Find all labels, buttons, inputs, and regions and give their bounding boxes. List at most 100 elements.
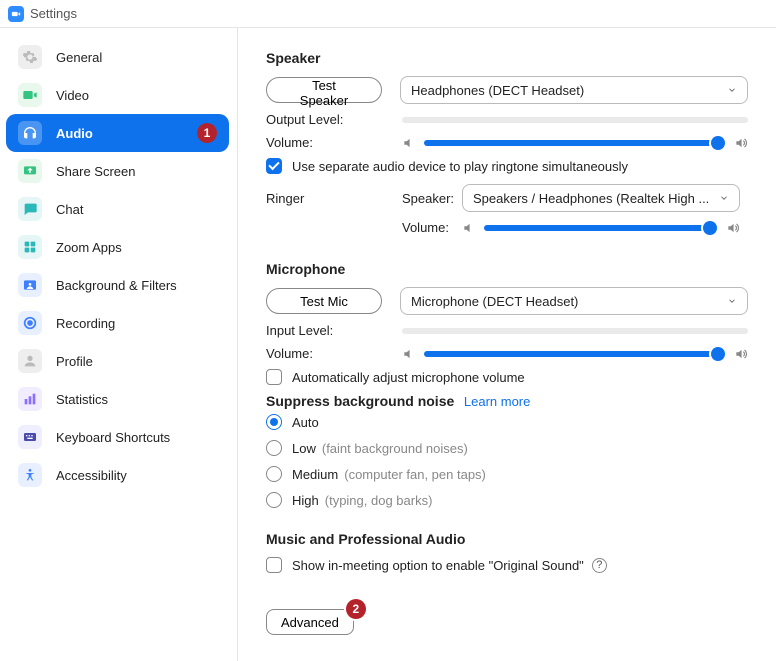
headphones-icon (18, 121, 42, 145)
speaker-mute-icon[interactable] (402, 136, 416, 150)
ringer-mute-icon[interactable] (462, 221, 476, 235)
suppress-option-auto[interactable]: Auto (266, 409, 748, 435)
chevron-down-icon (727, 85, 737, 95)
content-pane: Speaker Test Speaker Headphones (DECT He… (238, 28, 776, 661)
sidebar-item-label: Background & Filters (56, 278, 177, 293)
apps-icon (18, 235, 42, 259)
sidebar-item-label: Zoom Apps (56, 240, 122, 255)
sidebar-item-general[interactable]: General (6, 38, 229, 76)
sidebar-item-label: General (56, 50, 102, 65)
suppress-option-label: Medium (292, 467, 338, 482)
sidebar-item-label: Chat (56, 202, 83, 217)
share-screen-icon (18, 159, 42, 183)
sidebar-item-keyboard[interactable]: Keyboard Shortcuts (6, 418, 229, 456)
sidebar-item-label: Profile (56, 354, 93, 369)
sidebar-item-chat[interactable]: Chat (6, 190, 229, 228)
microphone-section-title: Microphone (266, 261, 748, 277)
recording-icon (18, 311, 42, 335)
output-level-label: Output Level: (266, 112, 402, 127)
suppress-option-high[interactable]: High (typing, dog barks) (266, 487, 748, 513)
test-mic-button[interactable]: Test Mic (266, 288, 382, 314)
accessibility-icon (18, 463, 42, 487)
radio-icon (266, 466, 282, 482)
sidebar-item-profile[interactable]: Profile (6, 342, 229, 380)
sidebar-item-share-screen[interactable]: Share Screen (6, 152, 229, 190)
suppress-option-medium[interactable]: Medium (computer fan, pen taps) (266, 461, 748, 487)
gear-icon (18, 45, 42, 69)
ringer-volume-label: Volume: (402, 220, 462, 235)
original-sound-label: Show in-meeting option to enable "Origin… (292, 558, 584, 573)
speaker-volume-label: Volume: (266, 135, 402, 150)
suppress-option-label: Low (292, 441, 316, 456)
profile-icon (18, 349, 42, 373)
suppress-option-hint: (faint background noises) (322, 441, 468, 456)
suppress-option-hint: (typing, dog barks) (325, 493, 433, 508)
ringer-label: Ringer (266, 191, 402, 206)
sidebar: General Video Audio 1 Share Screen Chat … (0, 28, 238, 661)
test-speaker-button[interactable]: Test Speaker (266, 77, 382, 103)
ringer-speaker-label: Speaker: (402, 191, 462, 206)
radio-icon (266, 492, 282, 508)
suppress-title: Suppress background noise (266, 393, 454, 409)
sidebar-item-background[interactable]: Background & Filters (6, 266, 229, 304)
ringer-speaker-value: Speakers / Headphones (Realtek High ... (473, 191, 709, 206)
suppress-option-label: High (292, 493, 319, 508)
sidebar-item-recording[interactable]: Recording (6, 304, 229, 342)
statistics-icon (18, 387, 42, 411)
app-logo (8, 6, 24, 22)
suppress-option-low[interactable]: Low (faint background noises) (266, 435, 748, 461)
mic-volume-label: Volume: (266, 346, 402, 361)
sidebar-item-zoom-apps[interactable]: Zoom Apps (6, 228, 229, 266)
speaker-device-value: Headphones (DECT Headset) (411, 83, 584, 98)
mic-volume-slider[interactable] (424, 351, 726, 357)
suppress-learn-more-link[interactable]: Learn more (464, 394, 530, 409)
keyboard-icon (18, 425, 42, 449)
sidebar-item-label: Recording (56, 316, 115, 331)
sidebar-item-label: Audio (56, 126, 93, 141)
ringer-volume-icon[interactable] (726, 221, 740, 235)
sidebar-item-label: Keyboard Shortcuts (56, 430, 170, 445)
ringtone-device-label: Use separate audio device to play ringto… (292, 159, 628, 174)
window-title: Settings (30, 6, 77, 21)
auto-adjust-label: Automatically adjust microphone volume (292, 370, 525, 385)
ringtone-device-checkbox[interactable] (266, 158, 282, 174)
sidebar-item-statistics[interactable]: Statistics (6, 380, 229, 418)
speaker-device-dropdown[interactable]: Headphones (DECT Headset) (400, 76, 748, 104)
mic-volume-icon[interactable] (734, 347, 748, 361)
background-icon (18, 273, 42, 297)
sidebar-item-video[interactable]: Video (6, 76, 229, 114)
radio-icon (266, 440, 282, 456)
music-section-title: Music and Professional Audio (266, 531, 748, 547)
advanced-button[interactable]: Advanced (266, 609, 354, 635)
original-sound-checkbox[interactable] (266, 557, 282, 573)
speaker-volume-icon[interactable] (734, 136, 748, 150)
mic-mute-icon[interactable] (402, 347, 416, 361)
ringer-volume-slider[interactable] (484, 225, 718, 231)
radio-icon (266, 414, 282, 430)
speaker-section-title: Speaker (266, 50, 748, 66)
input-level-meter (402, 328, 748, 334)
microphone-device-value: Microphone (DECT Headset) (411, 294, 578, 309)
sidebar-item-accessibility[interactable]: Accessibility (6, 456, 229, 494)
input-level-label: Input Level: (266, 323, 402, 338)
auto-adjust-checkbox[interactable] (266, 369, 282, 385)
microphone-device-dropdown[interactable]: Microphone (DECT Headset) (400, 287, 748, 315)
suppress-option-hint: (computer fan, pen taps) (344, 467, 486, 482)
sidebar-item-label: Share Screen (56, 164, 136, 179)
sidebar-item-label: Statistics (56, 392, 108, 407)
output-level-meter (402, 117, 748, 123)
sidebar-item-audio[interactable]: Audio 1 (6, 114, 229, 152)
speaker-volume-slider[interactable] (424, 140, 726, 146)
suppress-option-label: Auto (292, 415, 319, 430)
annotation-badge-2: 2 (346, 599, 366, 619)
sidebar-item-label: Accessibility (56, 468, 127, 483)
chevron-down-icon (719, 193, 729, 203)
chevron-down-icon (727, 296, 737, 306)
ringer-speaker-dropdown[interactable]: Speakers / Headphones (Realtek High ... (462, 184, 740, 212)
video-icon (18, 83, 42, 107)
annotation-badge-1: 1 (197, 123, 217, 143)
titlebar: Settings (0, 0, 776, 28)
help-icon[interactable]: ? (592, 558, 607, 573)
sidebar-item-label: Video (56, 88, 89, 103)
chat-icon (18, 197, 42, 221)
